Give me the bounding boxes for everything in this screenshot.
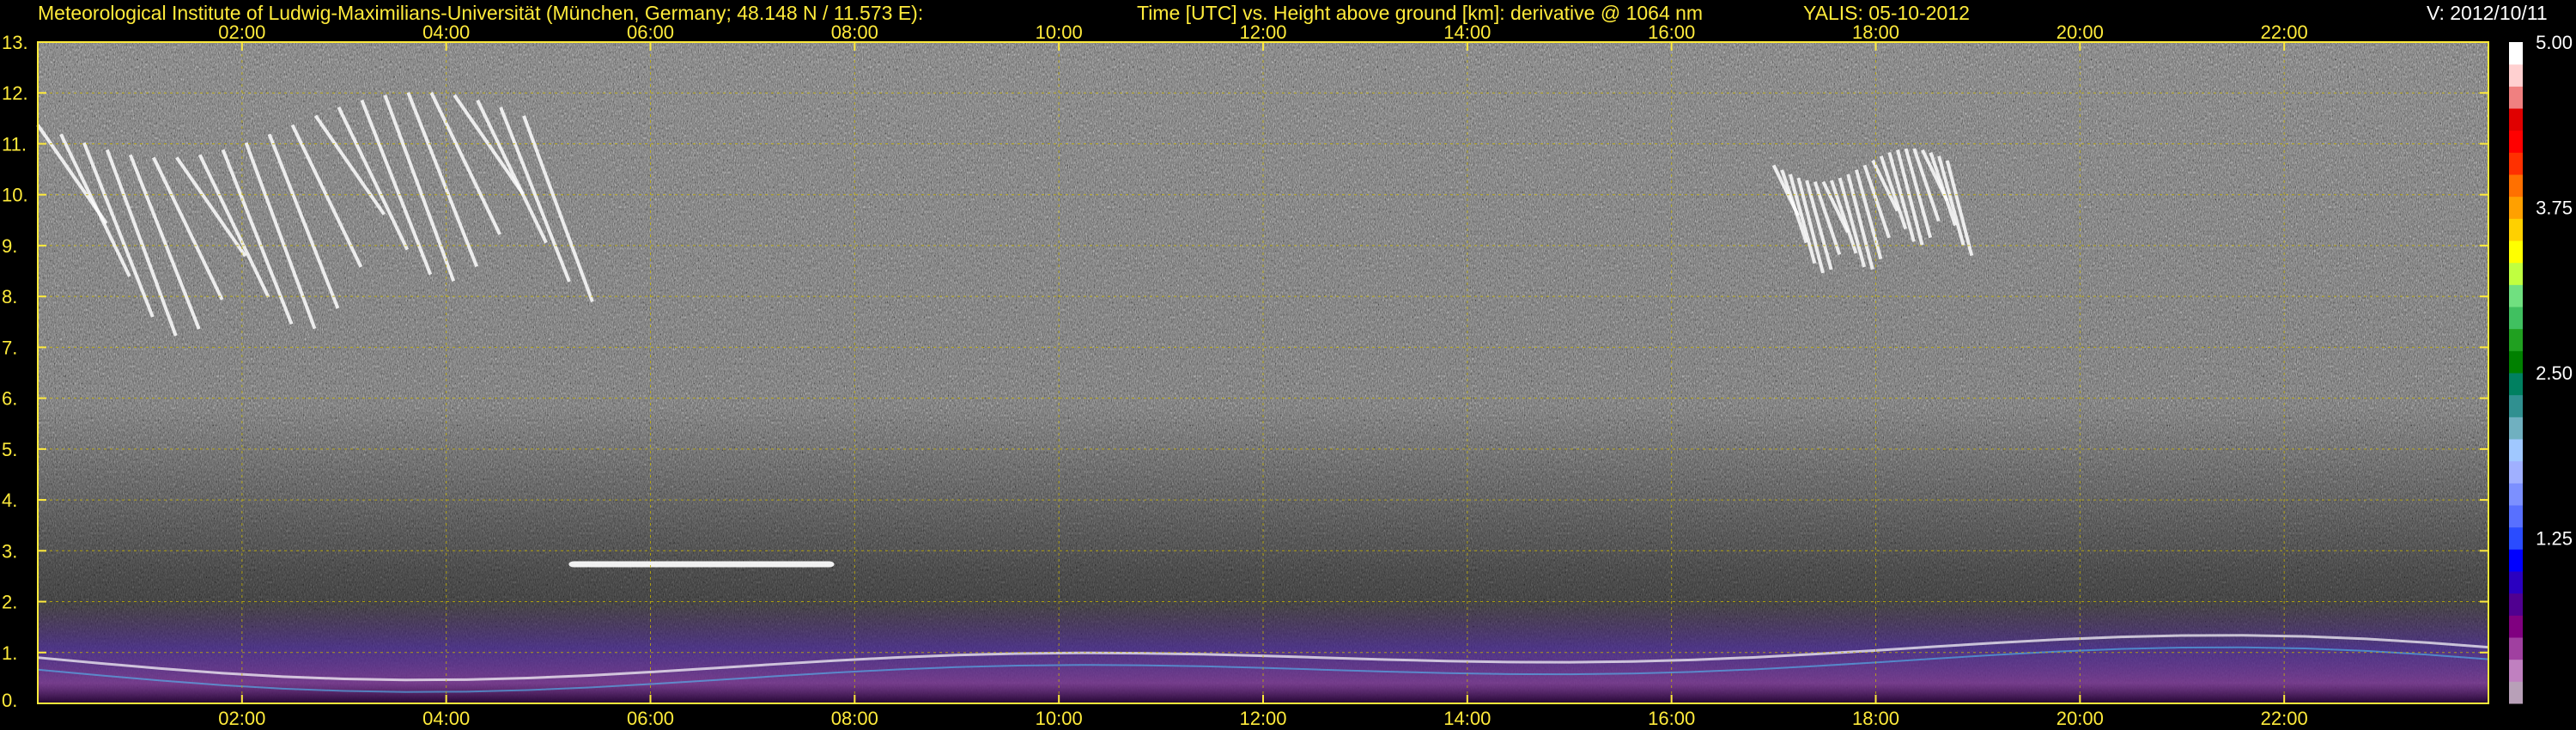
x-tick-label-top: 02:00 (218, 21, 265, 43)
x-tick-label-top: 10:00 (1036, 21, 1083, 43)
y-tick-label: 12. (2, 82, 28, 104)
x-tick-label-top: 16:00 (1648, 21, 1695, 43)
x-tick-label-bottom: 02:00 (218, 708, 265, 729)
x-axis-bottom: 02:00 04:00 06:00 08:00 10:00 12:00 14:00 16:00… (218, 708, 2307, 729)
colorbar-tick-label: 5.00 (2536, 32, 2573, 53)
y-tick-label: 7. (2, 337, 17, 358)
y-tick-label: 13. (2, 32, 28, 53)
colorbar-swatch (2509, 196, 2523, 219)
x-tick-label-bottom: 12:00 (1239, 708, 1286, 729)
x-tick-label-bottom: 06:00 (627, 708, 674, 729)
x-tick-label-bottom: 16:00 (1648, 708, 1695, 729)
colorbar-swatch (2509, 307, 2523, 330)
x-tick-label-bottom: 18:00 (1852, 708, 1899, 729)
x-tick-label-top: 14:00 (1443, 21, 1491, 43)
colorbar-swatch (2509, 549, 2523, 572)
colorbar-swatch (2509, 174, 2523, 198)
y-tick-label: 4. (2, 490, 17, 511)
colorbar-swatch (2509, 659, 2523, 682)
colorbar-swatch (2509, 218, 2523, 241)
y-tick-label: 3. (2, 540, 17, 562)
colorbar-swatch (2509, 526, 2523, 550)
y-tick-label: 6. (2, 388, 17, 410)
colorbar-swatch (2509, 64, 2523, 87)
y-tick-label: 5. (2, 439, 17, 460)
colorbar-tick-label: 1.25 (2536, 528, 2573, 550)
colorbar-swatch (2509, 439, 2523, 462)
y-tick-label: 1. (2, 642, 17, 664)
x-tick-label-bottom: 10:00 (1036, 708, 1083, 729)
y-tick-label: 10. (2, 185, 28, 206)
x-tick-label-bottom: 20:00 (2057, 708, 2104, 729)
x-axis-top: 02:00 04:00 06:00 08:00 10:00 12:00 14:00 16:00… (218, 21, 2307, 43)
x-tick-label-top: 12:00 (1239, 21, 1286, 43)
colorbar-swatch (2509, 152, 2523, 175)
aerosol-layer (568, 561, 835, 568)
colorbar-swatch (2509, 571, 2523, 594)
colorbar-swatch (2509, 615, 2523, 638)
x-tick-label-top: 20:00 (2057, 21, 2104, 43)
y-axis: 0. 1. 2. 3. 4. 5. 6. 7. 8. 9. 10. 11. 12. 13. (2, 32, 28, 711)
y-tick-label: 8. (2, 286, 17, 307)
x-tick-label-bottom: 08:00 (831, 708, 878, 729)
y-tick-label: 0. (2, 690, 17, 711)
colorbar-swatch (2509, 328, 2523, 351)
x-tick-label-bottom: 14:00 (1443, 708, 1491, 729)
colorbar-tick-label: 3.75 (2536, 198, 2573, 219)
colorbar-swatch (2509, 86, 2523, 109)
colorbar-swatch (2509, 130, 2523, 153)
colorbar-swatch (2509, 681, 2523, 704)
x-tick-label-bottom: 04:00 (422, 708, 470, 729)
colorbar-swatch (2509, 284, 2523, 307)
colorbar-swatch (2509, 42, 2523, 65)
x-tick-label-top: 18:00 (1852, 21, 1899, 43)
colorbar-swatch (2509, 108, 2523, 131)
x-tick-label-top: 08:00 (831, 21, 878, 43)
colorbar-swatch (2509, 637, 2523, 660)
colorbar-swatch (2509, 417, 2523, 440)
colorbar-swatch (2509, 593, 2523, 616)
x-tick-label-top: 06:00 (627, 21, 674, 43)
colorbar-swatch (2509, 240, 2523, 264)
colorbar-swatch (2509, 483, 2523, 506)
colorbar-swatch (2509, 262, 2523, 285)
colorbar (2509, 42, 2523, 704)
y-tick-label: 2. (2, 592, 17, 613)
colorbar-tick-label: 2.50 (2536, 362, 2573, 384)
x-tick-label-top: 22:00 (2261, 21, 2308, 43)
x-tick-label-bottom: 22:00 (2261, 708, 2308, 729)
lidar-heatmap-chart: 02:00 04:00 06:00 08:00 10:00 12:00 14:00 16:00… (2, 21, 2573, 729)
colorbar-swatch (2509, 460, 2523, 484)
colorbar-swatch (2509, 373, 2523, 396)
colorbar-swatch (2509, 505, 2523, 528)
x-tick-label-top: 04:00 (422, 21, 470, 43)
y-tick-label: 9. (2, 235, 17, 257)
y-tick-label: 11. (2, 133, 27, 155)
colorbar-swatch (2509, 350, 2523, 374)
colorbar-ticks: 1.25 2.50 3.75 5.00 (2536, 32, 2573, 550)
colorbar-swatch (2509, 394, 2523, 417)
